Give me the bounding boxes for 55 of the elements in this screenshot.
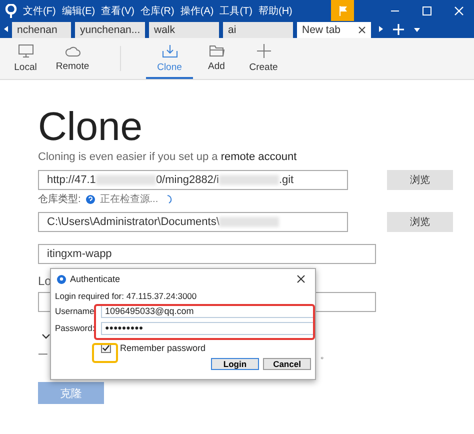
app-logo-icon <box>57 274 66 284</box>
field-label: Password: <box>54 323 96 333</box>
checkbox-label: Remember password <box>120 343 206 353</box>
flag-icon <box>338 6 346 16</box>
add-tab-icon[interactable] <box>393 24 404 35</box>
caret-icon[interactable] <box>414 28 420 32</box>
blurred-text <box>96 175 156 185</box>
browse-button[interactable]: 浏览 <box>387 170 453 190</box>
cloud-icon <box>64 45 80 57</box>
browse-button[interactable]: 浏览 <box>387 212 453 232</box>
maximize-icon[interactable] <box>422 6 432 16</box>
close-icon[interactable] <box>358 26 366 34</box>
menu-item[interactable]: 工具(T) <box>220 4 252 18</box>
download-icon <box>162 44 178 58</box>
menu-item[interactable]: 查看(V) <box>101 4 134 18</box>
toolbar-button[interactable]: Clone <box>146 38 193 79</box>
path-field[interactable]: C:\Users\Administrator\Documents\ <box>38 212 348 232</box>
scroll-right-icon[interactable] <box>379 26 383 32</box>
toolbar-button[interactable]: Add <box>193 38 240 79</box>
scroll-left-icon[interactable] <box>4 26 8 32</box>
dialog-button[interactable]: Login <box>211 358 259 370</box>
dialog-message: Login required for: 47.115.37.24:3000 <box>54 291 198 301</box>
toolbar-button[interactable]: Create <box>240 38 287 79</box>
blurred-text <box>219 217 280 227</box>
tab[interactable]: yunchenan... <box>75 22 145 38</box>
plus-icon <box>256 44 270 58</box>
menu-item[interactable]: 操作(A) <box>180 4 214 18</box>
subtitle: Cloning is even easier if you set up a remote account <box>38 151 298 163</box>
monitor-icon <box>18 44 34 58</box>
repo-type-label: 仓库类型: <box>38 192 81 206</box>
note-text: 一 <box>38 349 48 362</box>
tab[interactable]: ai <box>223 22 293 38</box>
note-text: 。 <box>320 349 330 362</box>
chevron-icon[interactable] <box>42 334 50 339</box>
menu-item[interactable]: 帮助(H) <box>258 4 292 18</box>
menu-item[interactable]: 仓库(R) <box>140 4 174 18</box>
page-title: Clone <box>38 105 144 149</box>
tab[interactable]: nchenan <box>12 22 71 38</box>
help-icon <box>86 194 95 204</box>
menu-item[interactable]: 编辑(E) <box>62 4 96 18</box>
toolbar-button[interactable]: Local <box>2 38 49 79</box>
folder-icon <box>208 45 224 57</box>
status-text: 正在检查源... <box>100 192 158 206</box>
source-url-field[interactable]: http://47.1 0/ming2882/i .git <box>38 170 348 190</box>
toolbar-button[interactable]: Remote <box>49 38 96 79</box>
menu-item[interactable]: 文件(F) <box>23 4 56 18</box>
close-icon[interactable] <box>297 275 305 283</box>
blurred-text <box>218 175 279 185</box>
logo-icon <box>5 4 17 18</box>
tab[interactable]: walk <box>149 22 219 38</box>
field-label: Username <box>54 306 96 316</box>
dialog-button[interactable]: Cancel <box>263 358 311 370</box>
name-field[interactable]: itingxm-wapp <box>38 244 376 264</box>
tab[interactable]: New tab <box>297 22 371 38</box>
dialog-title: Authenticate <box>70 274 120 284</box>
